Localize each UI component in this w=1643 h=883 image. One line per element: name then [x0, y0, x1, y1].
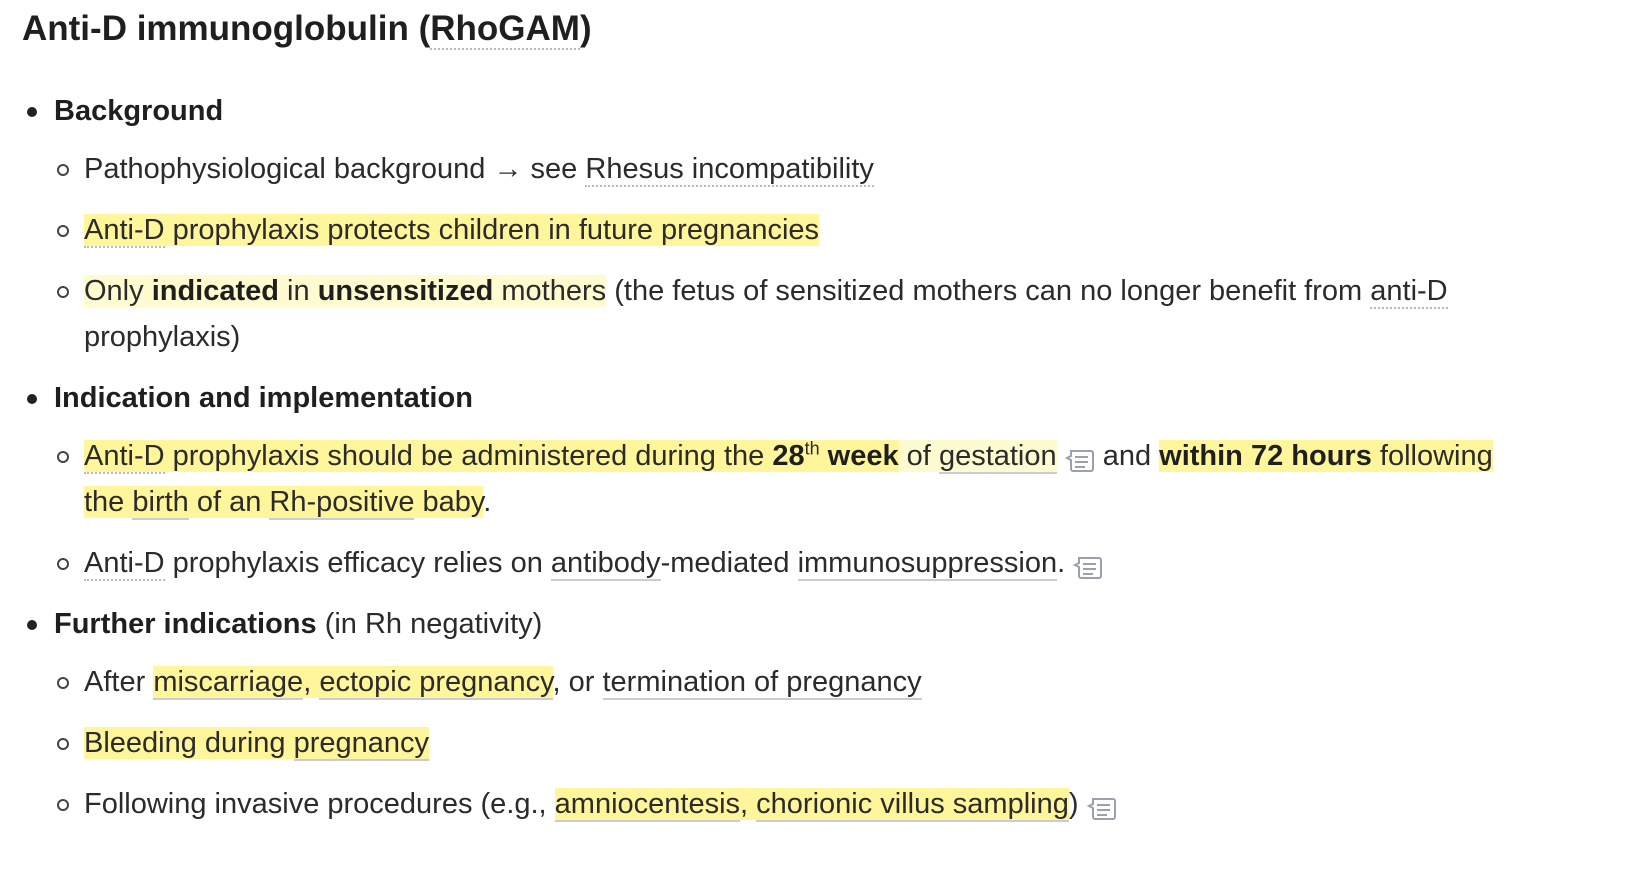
item-text: following	[1371, 440, 1493, 472]
highlighted-text: Only indicated in unsensitized mothers	[84, 275, 607, 307]
sub-list: Anti-D prophylaxis should be administere…	[54, 433, 1621, 586]
page-title: Anti-D immunoglobulin (RhoGAM)	[22, 4, 1621, 54]
immunosuppression-link[interactable]: immunosuppression	[797, 547, 1058, 581]
bold-text: 28	[772, 440, 805, 472]
note-icon[interactable]	[1064, 443, 1095, 473]
ectopic-pregnancy-link[interactable]: ectopic pregnancy	[319, 666, 553, 700]
sub-list: Pathophysiological background → see Rhes…	[54, 146, 1621, 360]
amniocentesis-link[interactable]: amniocentesis	[554, 788, 741, 822]
item-text: ,	[740, 788, 757, 820]
superscript: th	[804, 438, 820, 459]
miscarriage-link[interactable]: miscarriage	[153, 666, 304, 700]
list-item: Anti-D prophylaxis should be administere…	[54, 433, 1621, 525]
list-item: Bleeding during pregnancy	[54, 720, 1621, 766]
list-item: Anti-D prophylaxis protects children in …	[54, 207, 1621, 253]
title-text: Anti-D immunoglobulin (	[22, 9, 431, 48]
note-icon[interactable]	[1072, 550, 1103, 580]
item-text: Pathophysiological background → see	[84, 153, 586, 185]
bold-text: unsensitized	[317, 275, 494, 307]
item-text: mothers	[493, 275, 607, 307]
item-text: .	[1057, 547, 1066, 579]
item-text: the	[84, 486, 133, 518]
item-text: Following invasive procedures (e.g.,	[84, 788, 555, 820]
rh-positive-link[interactable]: Rh-positive	[269, 486, 415, 520]
highlighted-text: Bleeding during pregnancy	[84, 727, 430, 761]
note-icon[interactable]	[1086, 791, 1117, 821]
highlighted-text: within 72 hours following	[1159, 440, 1493, 472]
rhogam-link[interactable]: RhoGAM	[430, 9, 580, 50]
item-text: (the fetus of sensitized mothers can no …	[606, 275, 1371, 307]
list-item: Following invasive procedures (e.g., amn…	[54, 781, 1621, 827]
anti-d-link[interactable]: anti-D	[1370, 275, 1448, 309]
item-text: .	[483, 486, 492, 518]
item-text: prophylaxis protects children in future …	[164, 214, 820, 246]
item-text: of an	[188, 486, 270, 518]
item-text: prophylaxis should be administered durin…	[164, 440, 773, 472]
item-text: baby	[414, 486, 484, 518]
item-text: and	[1094, 440, 1160, 472]
item-text: After	[84, 666, 154, 698]
highlighted-text: of gestation	[898, 440, 1057, 474]
termination-link[interactable]: termination of pregnancy	[602, 666, 922, 700]
list-item: After miscarriage, ectopic pregnancy, or…	[54, 659, 1621, 705]
birth-link[interactable]: birth	[132, 486, 189, 520]
item-text: Bleeding during	[84, 727, 294, 759]
article: Anti-D immunoglobulin (RhoGAM) Backgroun…	[0, 0, 1643, 827]
section-indication: Indication and implementation Anti-D pro…	[22, 375, 1621, 586]
bold-text: within 72 hours	[1159, 440, 1372, 472]
section-heading: Indication and implementation	[54, 382, 473, 414]
rhesus-incompatibility-link[interactable]: Rhesus incompatibility	[585, 153, 874, 187]
section-list: Background Pathophysiological background…	[22, 88, 1621, 827]
heading-suffix: (in Rh negativity)	[316, 608, 543, 640]
anti-d-link[interactable]: Anti-D	[84, 547, 165, 581]
item-text: in	[279, 275, 318, 307]
pregnancy-link[interactable]: pregnancy	[293, 727, 430, 761]
item-text: , or	[552, 666, 603, 698]
gestation-link[interactable]: gestation	[938, 440, 1057, 474]
item-text: of	[898, 440, 939, 472]
section-further-indications: Further indications (in Rh negativity) A…	[22, 601, 1621, 827]
highlighted-text: miscarriage, ectopic pregnancy	[153, 666, 553, 700]
bold-text: week	[819, 440, 899, 472]
list-item: Only indicated in unsensitized mothers (…	[54, 268, 1621, 360]
item-text: prophylaxis)	[84, 321, 241, 353]
highlighted-text: Anti-D prophylaxis should be administere…	[84, 438, 899, 474]
item-text: -mediated	[660, 547, 798, 579]
item-text: prophylaxis efficacy relies on	[164, 547, 551, 579]
bold-text: indicated	[151, 275, 279, 307]
section-background: Background Pathophysiological background…	[22, 88, 1621, 360]
chorionic-villus-sampling-link[interactable]: chorionic villus sampling	[756, 788, 1069, 822]
section-heading: Further indications	[54, 608, 317, 640]
item-text: ,	[303, 666, 320, 698]
highlighted-text: the birth of an Rh-positive baby	[84, 486, 484, 520]
highlighted-text: Anti-D prophylaxis protects children in …	[84, 214, 820, 248]
list-item: Pathophysiological background → see Rhes…	[54, 146, 1621, 192]
antibody-link[interactable]: antibody	[550, 547, 661, 581]
list-item: Anti-D prophylaxis efficacy relies on an…	[54, 540, 1621, 586]
section-heading: Background	[54, 95, 224, 127]
item-text: Only	[84, 275, 152, 307]
anti-d-link[interactable]: Anti-D	[84, 214, 165, 248]
item-text: )	[1068, 788, 1079, 820]
anti-d-link[interactable]: Anti-D	[84, 440, 165, 474]
sub-list: After miscarriage, ectopic pregnancy, or…	[54, 659, 1621, 827]
title-suffix: )	[579, 9, 592, 48]
highlighted-text: amniocentesis, chorionic villus sampling	[554, 788, 1069, 822]
